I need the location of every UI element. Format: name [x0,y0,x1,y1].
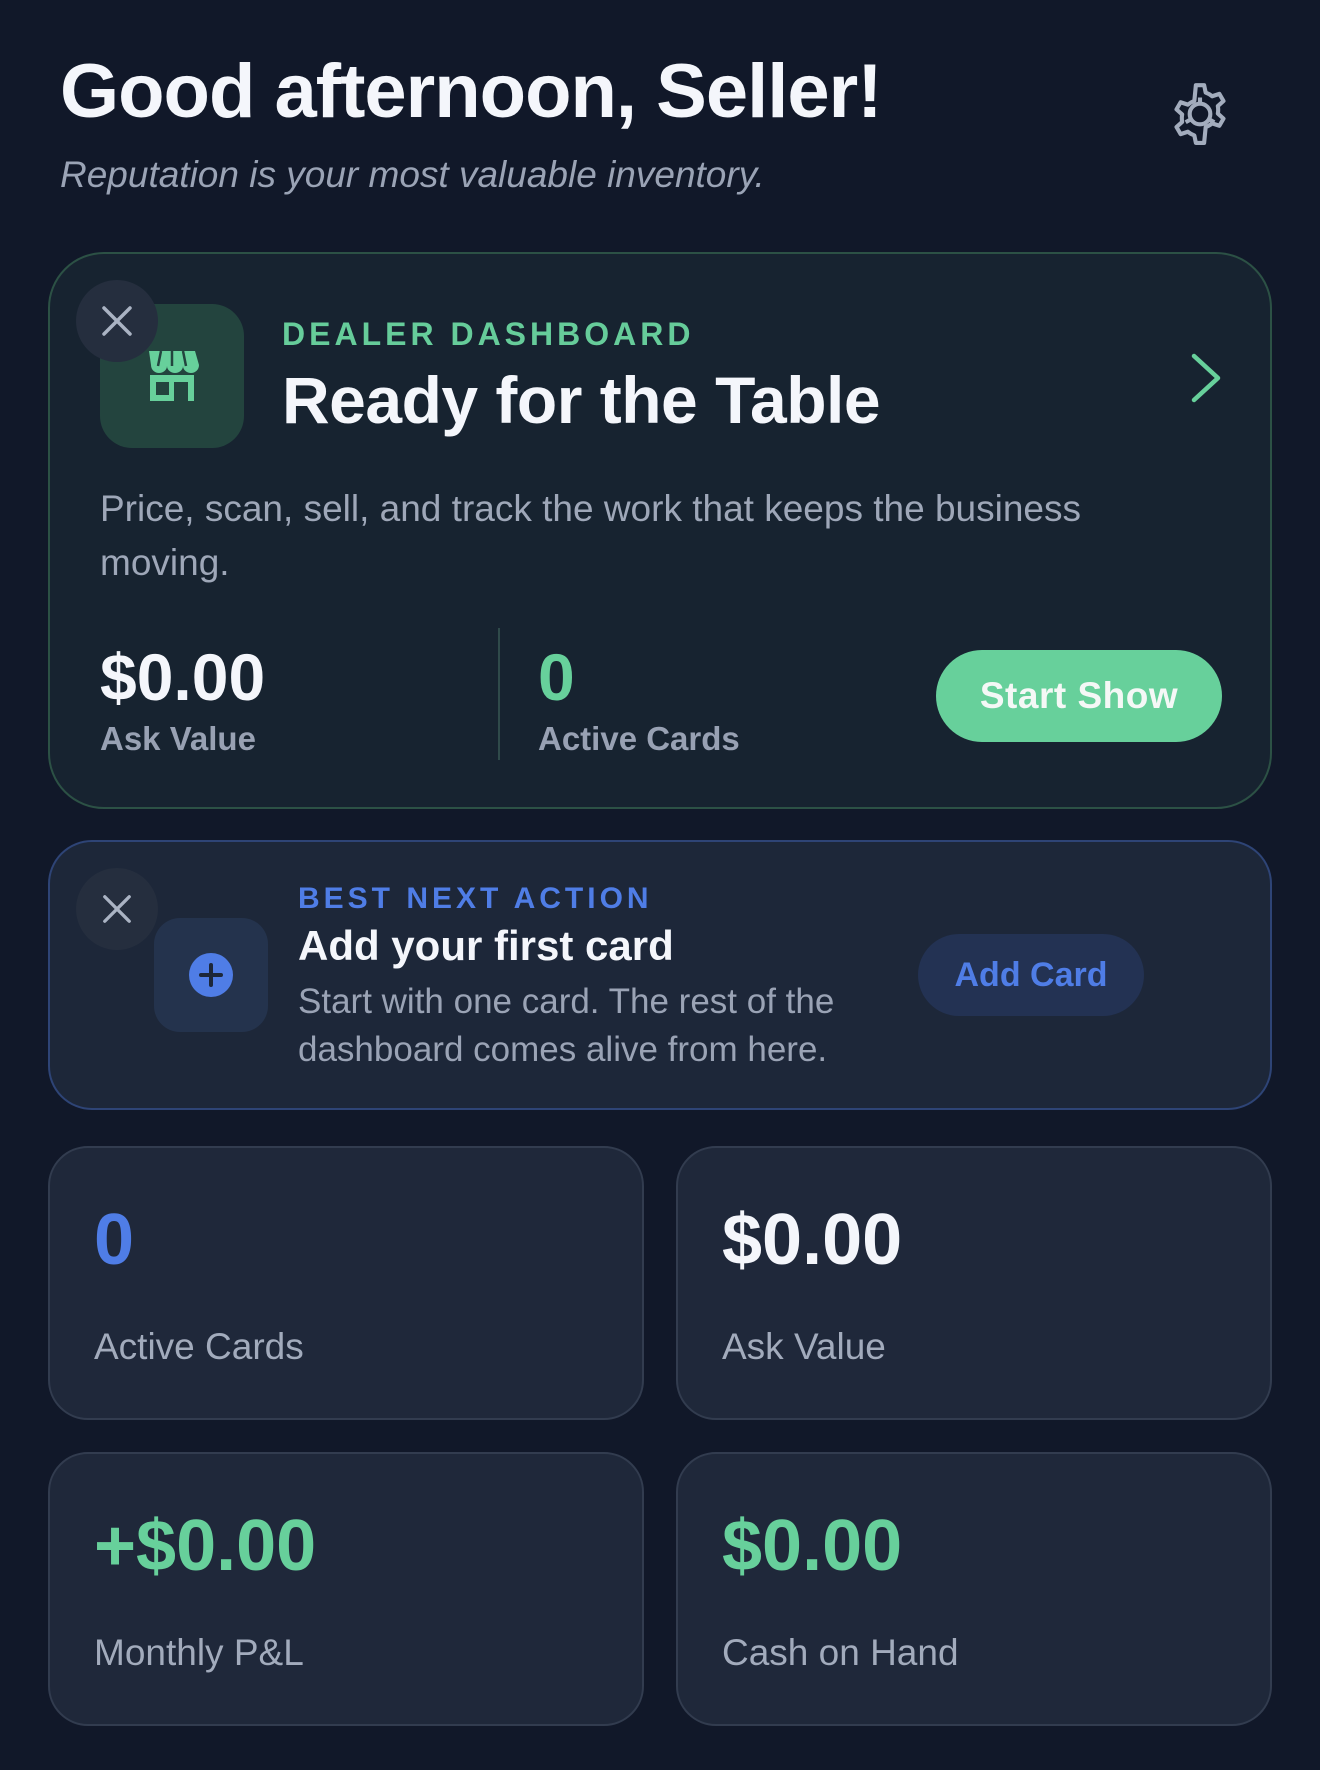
stat-tile-value: $0.00 [722,1506,903,1586]
dealer-dashboard-card[interactable]: DEALER DASHBOARD Ready for the Table Pri… [48,252,1272,809]
hero-active-cards-value: 0 [538,640,575,714]
start-show-button[interactable]: Start Show [936,650,1222,742]
best-next-action-card[interactable]: BEST NEXT ACTION Add your first card Sta… [48,840,1272,1110]
hero-kicker: DEALER DASHBOARD [282,316,695,352]
greeting-title: Good afternoon, Seller! [60,49,882,134]
dismiss-action-button[interactable] [76,868,158,950]
stat-tile-ask-value[interactable]: $0.00 Ask Value [676,1146,1272,1420]
stat-tile-label: Active Cards [94,1326,304,1367]
stat-tile-value: $0.00 [722,1200,903,1280]
plus-icon-tile [154,918,268,1032]
stat-tile-value: 0 [94,1200,135,1280]
greeting-tagline: Reputation is your most valuable invento… [60,154,765,195]
chevron-right-icon [1191,353,1221,403]
hero-ask-value-label: Ask Value [100,720,256,757]
action-kicker: BEST NEXT ACTION [298,882,653,915]
gear-icon [1174,83,1226,145]
hero-ask-value: $0.00 [100,640,266,714]
action-description: Start with one card. The rest of the das… [298,982,835,1069]
hero-description: Price, scan, sell, and track the work th… [100,488,1081,583]
hero-stat-divider [498,628,500,760]
stat-tile-monthly-pl[interactable]: +$0.00 Monthly P&L [48,1452,644,1726]
stat-tile-label: Cash on Hand [722,1632,959,1673]
stat-tile-label: Monthly P&L [94,1632,304,1673]
close-icon [102,306,132,336]
storefront-icon [149,350,199,401]
dashboard-page: Good afternoon, Seller! Reputation is yo… [0,0,1320,1770]
hero-title: Ready for the Table [282,363,881,437]
plus-circle-icon [189,953,233,997]
stat-tile-value: +$0.00 [94,1506,317,1586]
close-icon [103,895,131,923]
hero-open-button[interactable] [1176,348,1236,408]
settings-button[interactable] [1160,78,1240,150]
dismiss-hero-button[interactable] [76,280,158,362]
stat-tile-cash-on-hand[interactable]: $0.00 Cash on Hand [676,1452,1272,1726]
action-title: Add your first card [298,922,674,969]
hero-active-cards-label: Active Cards [538,720,740,757]
stat-tile-active-cards[interactable]: 0 Active Cards [48,1146,644,1420]
stat-tile-label: Ask Value [722,1326,886,1367]
add-card-button[interactable]: Add Card [918,934,1144,1016]
